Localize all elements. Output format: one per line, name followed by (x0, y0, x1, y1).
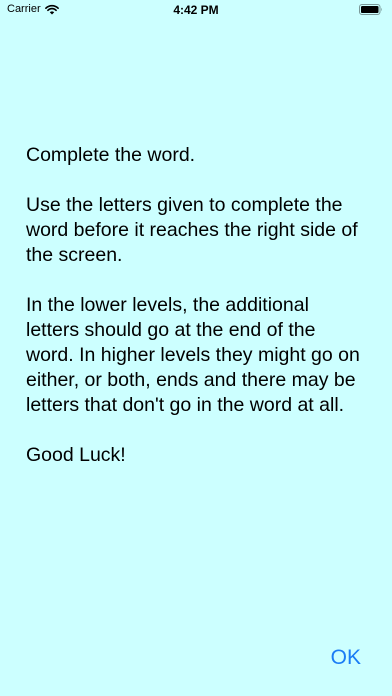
instructions-paragraph-1: Use the letters given to complete the wo… (26, 194, 358, 266)
status-bar: Carrier 4:42 PM (0, 0, 392, 22)
instructions-paragraph-2: In the lower levels, the additional lett… (26, 294, 360, 416)
battery-icon (359, 4, 382, 15)
ok-button[interactable]: OK (331, 645, 361, 671)
status-time: 4:42 PM (173, 3, 219, 17)
instructions-closing: Good Luck! (26, 444, 126, 466)
instructions-title: Complete the word. (26, 144, 196, 166)
instructions-text: Complete the word. Use the letters given… (26, 143, 366, 468)
